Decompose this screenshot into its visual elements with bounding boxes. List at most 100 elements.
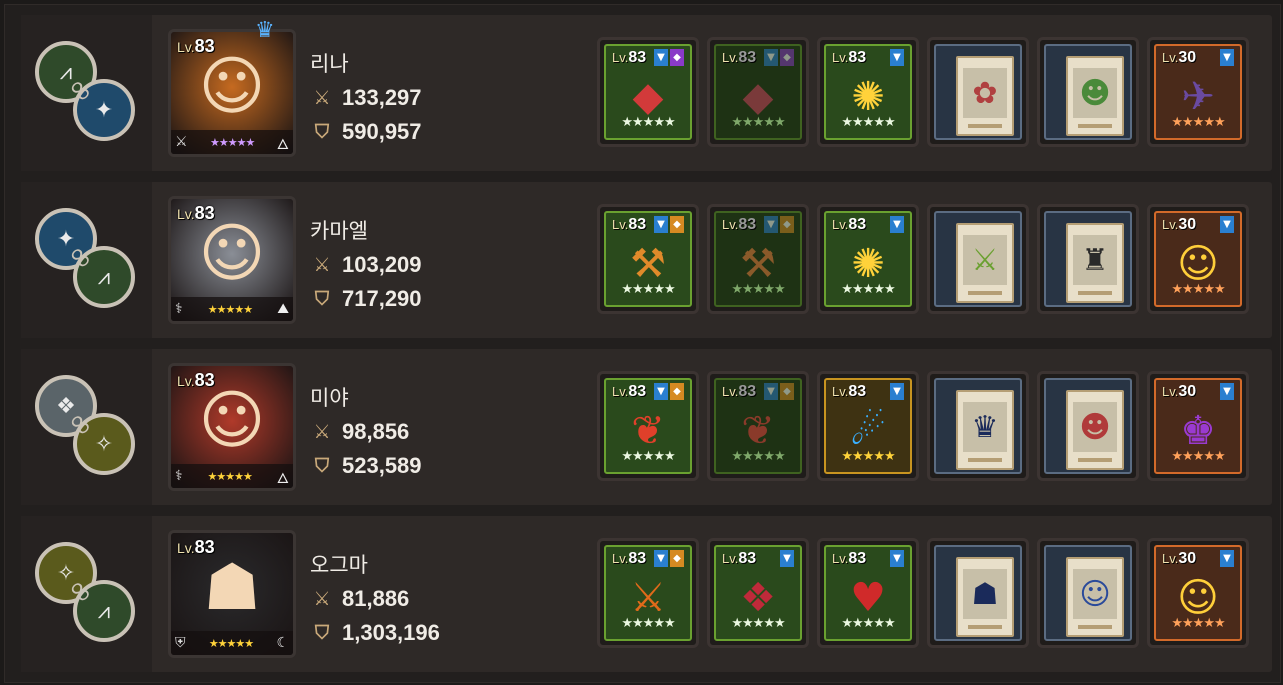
attack-value: 81,886 bbox=[342, 586, 410, 611]
card-slot[interactable]: ☻ bbox=[1037, 37, 1139, 147]
card-slot[interactable]: ☺ bbox=[1037, 538, 1139, 648]
card-art: ☺ bbox=[1073, 569, 1117, 619]
item-stars: ★★★★★ bbox=[621, 449, 675, 464]
item-level-value: 30 bbox=[1178, 216, 1197, 233]
item-level: Lv.30 bbox=[1162, 49, 1196, 67]
hero-level: Lv.83 bbox=[177, 36, 215, 57]
hero-stars: ★★★★★ bbox=[210, 135, 255, 149]
defense-icon: ⛉ bbox=[314, 288, 330, 310]
hero-figure: ☺ bbox=[198, 217, 266, 291]
hero-portrait[interactable]: ☺ Lv.83 ⚕ ★★★★★ ⛰ bbox=[168, 196, 296, 324]
equipment-slot[interactable]: Lv.83 ▼ ❖ ★★★★★ bbox=[707, 538, 809, 648]
hero-level-prefix: Lv. bbox=[177, 540, 195, 556]
item-level-value: 83 bbox=[628, 383, 647, 400]
hero-portrait[interactable]: ☺ Lv.83 ⚔ ★★★★★ 🜂 bbox=[168, 29, 296, 157]
equipment-slot[interactable]: Lv.83 ▼ ◆ ❦ ★★★★★ bbox=[597, 371, 699, 481]
item-level-value: 83 bbox=[738, 383, 757, 400]
hero-level: Lv.83 bbox=[177, 370, 215, 391]
item-tag-blue-icon: ▼ bbox=[764, 216, 778, 233]
slot-frame: Lv.30 ▼ ☺ ★★★★★ bbox=[1154, 211, 1242, 307]
skill-link-area[interactable]: ✧ ⩘ ∞ bbox=[21, 516, 152, 672]
item-level: Lv.83 bbox=[832, 216, 866, 234]
item-stars: ★★★★★ bbox=[1171, 616, 1225, 631]
item-tags: ▼ bbox=[1220, 550, 1234, 567]
hero-portrait[interactable]: ☗ Lv.83 ⛨ ★★★★★ ☾ bbox=[168, 530, 296, 658]
item-tag-blue-icon: ▼ bbox=[654, 550, 668, 567]
item-stars: ★★★★★ bbox=[621, 115, 675, 130]
item-tags: ▼ bbox=[1220, 49, 1234, 66]
card-art: ☻ bbox=[1073, 68, 1117, 118]
item-tags: ▼ ◆ bbox=[764, 216, 794, 233]
card-slot[interactable]: ♛ bbox=[927, 371, 1029, 481]
hero-level: Lv.83 bbox=[177, 537, 215, 558]
hero-figure: ☺ bbox=[198, 50, 266, 124]
attack-stat: ⚔ 81,886 bbox=[310, 586, 409, 612]
hero-info-bar: ⚔ ★★★★★ 🜂 bbox=[171, 130, 293, 154]
slot-frame: ⚔ bbox=[934, 211, 1022, 307]
element-icon: ☾ bbox=[276, 635, 289, 651]
class-icon: ⚔ bbox=[175, 134, 188, 150]
equipment-slot[interactable]: Lv.30 ▼ ✈ ★★★★★ bbox=[1147, 37, 1249, 147]
party-row[interactable]: ❖ ✧ ∞ ☺ Lv.83 ⚕ ★★★★★ 🜂 미야 ⚔ 98,856 ⛉ 523,589 Lv.83 ▼ ◆… bbox=[21, 349, 1272, 505]
card-slot[interactable]: ✿ bbox=[927, 37, 1029, 147]
item-stars: ★★★★★ bbox=[731, 115, 785, 130]
item-stars: ★★★★★ bbox=[621, 282, 675, 297]
class-icon: ⛨ bbox=[175, 635, 186, 651]
item-tags: ▼ ◆ bbox=[654, 550, 684, 567]
item-level: Lv.83 bbox=[612, 216, 646, 234]
party-row[interactable]: ✦ ⩘ ∞ ☺ Lv.83 ⚕ ★★★★★ ⛰ 카마엘 ⚔ 103,209 ⛉ 717,290 Lv.83… bbox=[21, 182, 1272, 338]
equipment-slot[interactable]: Lv.83 ▼ ◆ ⚔ ★★★★★ bbox=[597, 538, 699, 648]
item-level-prefix: Lv. bbox=[722, 217, 739, 232]
item-tags: ▼ bbox=[1220, 216, 1234, 233]
equipment-slot[interactable]: Lv.83 ▼ ✺ ★★★★★ bbox=[817, 37, 919, 147]
defense-stat: ⛉ 717,290 bbox=[310, 286, 422, 312]
equipment-slot[interactable]: Lv.30 ▼ ☺ ★★★★★ bbox=[1147, 204, 1249, 314]
defense-stat: ⛉ 1,303,196 bbox=[310, 620, 440, 646]
card-slot[interactable]: ♜ bbox=[1037, 204, 1139, 314]
card-slot[interactable]: ⚔ bbox=[927, 204, 1029, 314]
item-tags: ▼ bbox=[780, 550, 794, 567]
equipment-slot[interactable]: Lv.83 ▼ ☄ ★★★★★ bbox=[817, 371, 919, 481]
defense-value: 523,589 bbox=[342, 453, 422, 478]
party-row[interactable]: ⩘ ✦ ∞ ☺ Lv.83 ⚔ ★★★★★ 🜂 ♛ 리나 ⚔ 133,297 ⛉ 590,957 Lv.83… bbox=[21, 15, 1272, 171]
attack-stat: ⚔ 98,856 bbox=[310, 419, 409, 445]
item-level-value: 83 bbox=[738, 216, 757, 233]
card-slot[interactable]: ☻ bbox=[1037, 371, 1139, 481]
party-row[interactable]: ✧ ⩘ ∞ ☗ Lv.83 ⛨ ★★★★★ ☾ 오그마 ⚔ 81,886 ⛉ 1,303,196 Lv.8… bbox=[21, 516, 1272, 672]
slot-frame: ☻ bbox=[1044, 378, 1132, 474]
equipment-slot[interactable]: Lv.30 ▼ ♚ ★★★★★ bbox=[1147, 371, 1249, 481]
equipment-slot[interactable]: Lv.83 ▼ ◆ ⚒ ★★★★★ bbox=[707, 204, 809, 314]
skill-link-area[interactable]: ✦ ⩘ ∞ bbox=[21, 182, 152, 338]
hero-portrait[interactable]: ☺ Lv.83 ⚕ ★★★★★ 🜂 bbox=[168, 363, 296, 491]
card-bar bbox=[1078, 291, 1112, 295]
equipment-slot[interactable]: Lv.83 ▼ ✺ ★★★★★ bbox=[817, 204, 919, 314]
skill-link-area[interactable]: ⩘ ✦ ∞ bbox=[21, 15, 152, 171]
slot-frame: Lv.30 ▼ ✈ ★★★★★ bbox=[1154, 44, 1242, 140]
hero-name: 오그마 bbox=[310, 554, 368, 577]
item-stars: ★★★★★ bbox=[621, 616, 675, 631]
equipment-slot[interactable]: Lv.30 ▼ ☺ ★★★★★ bbox=[1147, 538, 1249, 648]
card-art: ☻ bbox=[1073, 402, 1117, 452]
item-tag-blue-icon: ▼ bbox=[890, 49, 904, 66]
item-tags: ▼ ◆ bbox=[654, 383, 684, 400]
item-level-prefix: Lv. bbox=[612, 50, 629, 65]
skill-link-area[interactable]: ❖ ✧ ∞ bbox=[21, 349, 152, 505]
equipment-slot[interactable]: Lv.83 ▼ ◆ ◆ ★★★★★ bbox=[707, 37, 809, 147]
defense-icon: ⛉ bbox=[314, 121, 330, 143]
item-tags: ▼ bbox=[1220, 383, 1234, 400]
hero-info-bar: ⚕ ★★★★★ 🜂 bbox=[171, 464, 293, 488]
card-item: ⚔ bbox=[956, 223, 1014, 303]
item-tag-orange-icon: ◆ bbox=[670, 216, 684, 233]
item-tag-blue-icon: ▼ bbox=[890, 383, 904, 400]
card-art: ♛ bbox=[963, 402, 1007, 452]
equipment-slot[interactable]: Lv.83 ▼ ◆ ⚒ ★★★★★ bbox=[597, 204, 699, 314]
equipment-slot[interactable]: Lv.83 ▼ ◆ ◆ ★★★★★ bbox=[597, 37, 699, 147]
slot-frame: Lv.83 ▼ ◆ ⚔ ★★★★★ bbox=[604, 545, 692, 641]
equipment-slot[interactable]: Lv.83 ▼ ♥ ★★★★★ bbox=[817, 538, 919, 648]
equipment-slot[interactable]: Lv.83 ▼ ◆ ❦ ★★★★★ bbox=[707, 371, 809, 481]
item-tags: ▼ bbox=[890, 383, 904, 400]
item-tags: ▼ ◆ bbox=[654, 216, 684, 233]
item-tag-blue-icon: ▼ bbox=[654, 216, 668, 233]
card-slot[interactable]: ☗ bbox=[927, 538, 1029, 648]
item-tag-purple-icon: ◆ bbox=[780, 49, 794, 66]
